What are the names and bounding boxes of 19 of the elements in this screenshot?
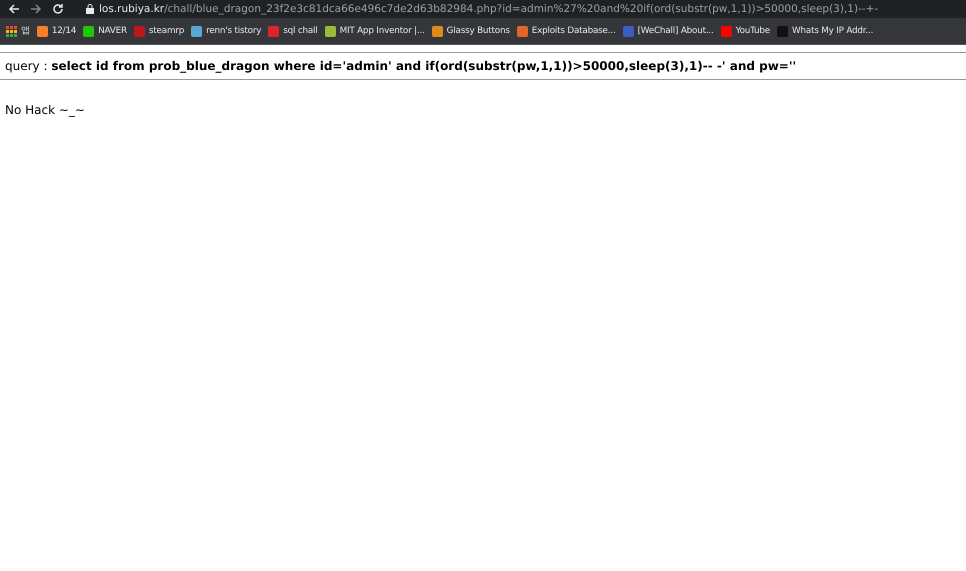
bookmark[interactable]: sql chall xyxy=(268,26,318,36)
bookmark[interactable]: [WeChall] About... xyxy=(622,26,714,36)
back-icon[interactable] xyxy=(8,3,20,15)
forward-icon[interactable] xyxy=(30,3,42,15)
bookmark[interactable]: Whats My IP Addr... xyxy=(777,26,874,36)
bookmark[interactable]: 12/14 xyxy=(36,26,76,36)
message-text: No Hack ~_~ xyxy=(5,103,86,117)
bookmark[interactable]: YouTube xyxy=(720,26,770,36)
reload-icon[interactable] xyxy=(52,3,64,15)
bookmark[interactable]: NAVER xyxy=(83,26,127,36)
lock-icon xyxy=(86,4,94,14)
bookmark[interactable]: Exploits Database... xyxy=(516,26,616,36)
query-text: query : select id from prob_blue_dragon where id='admin' and if(ord(substr(pw,1,1))>50000,sleep(3),1)-- -' and pw='' xyxy=(0,52,966,80)
bookmark[interactable]: Glassy Buttons xyxy=(432,26,510,36)
apps-grid-icon[interactable] xyxy=(6,26,17,36)
bookmark[interactable]: steamrp xyxy=(134,26,184,36)
apps-label[interactable]: 앱 xyxy=(21,25,30,37)
bookmark[interactable]: renn's tistory xyxy=(191,26,262,36)
bookmark[interactable]: MIT App Inventor |... xyxy=(324,26,425,36)
